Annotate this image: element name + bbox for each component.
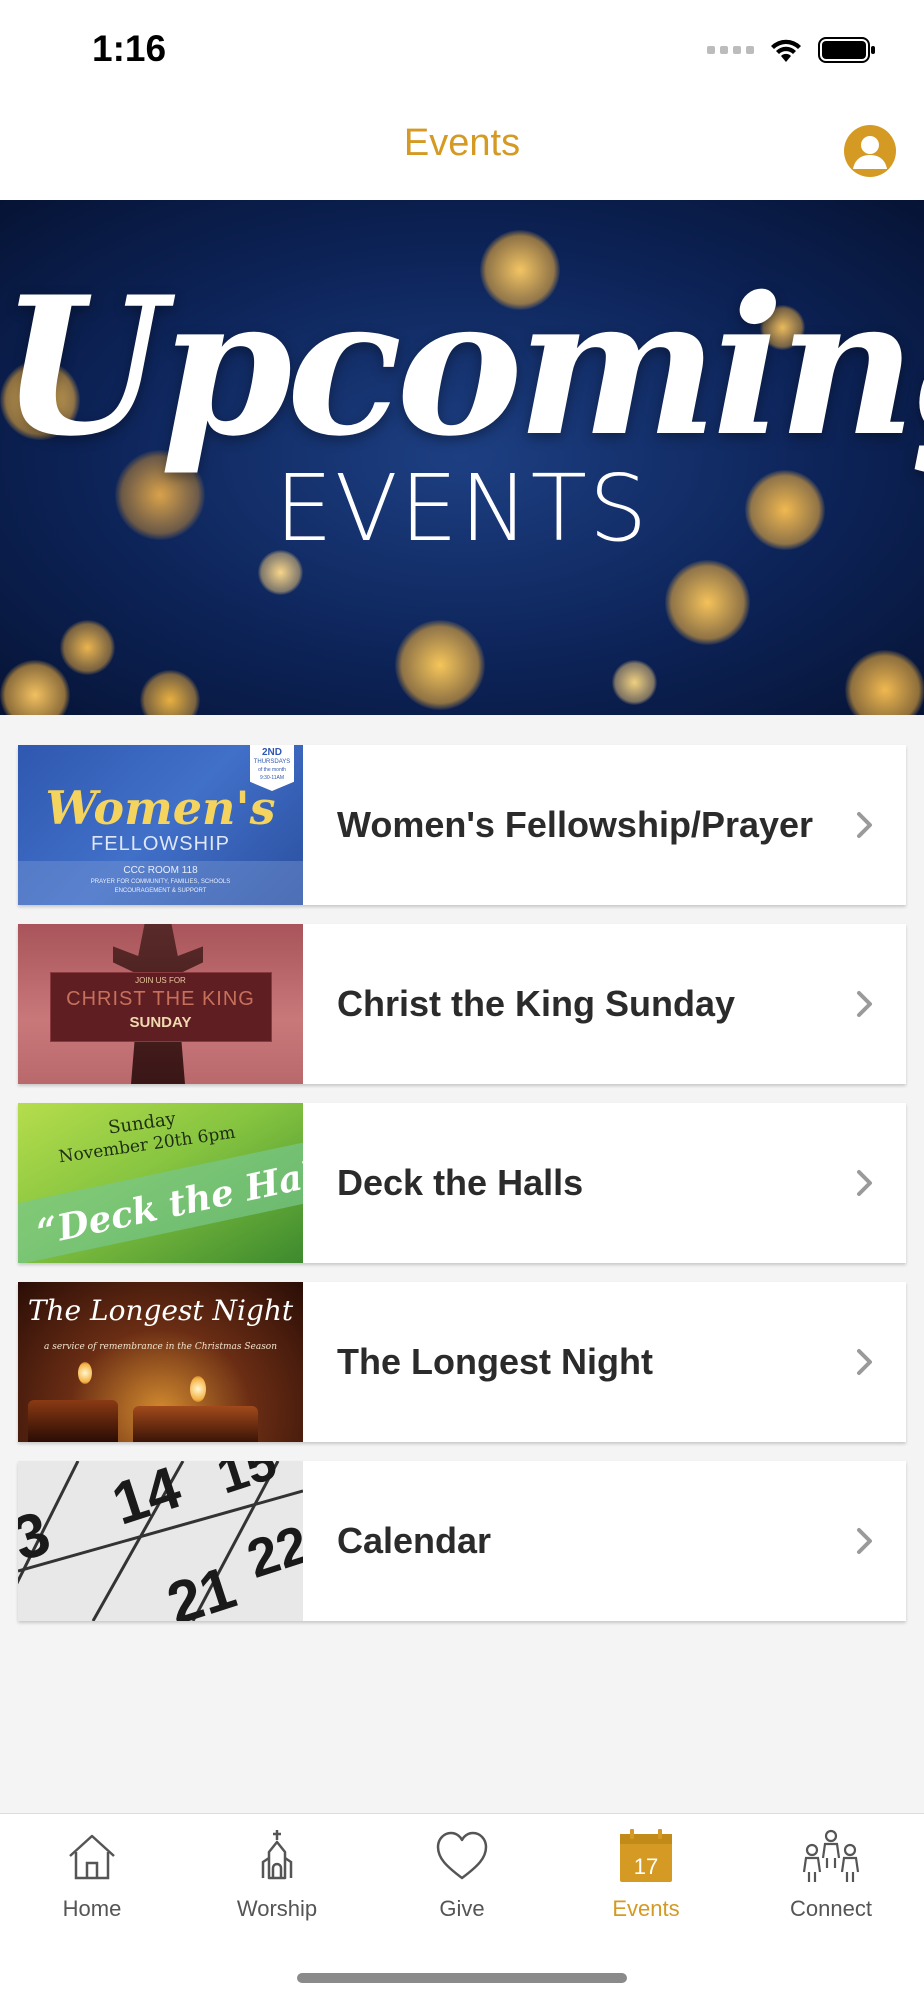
church-icon: [261, 1830, 293, 1880]
event-row-christ-the-king[interactable]: JOIN US FOR CHRIST THE KING SUNDAY Chris…: [18, 924, 906, 1084]
tab-label: Worship: [236, 1896, 318, 1921]
event-title: Calendar: [337, 1520, 492, 1561]
hero-subheadline: EVENTS: [274, 455, 650, 562]
tab-worship[interactable]: Worship: [185, 1814, 369, 1934]
event-list: 2ND THURSDAYS of the month 9:30-11AM Wom…: [18, 745, 906, 1640]
event-row-womens-fellowship[interactable]: 2ND THURSDAYS of the month 9:30-11AM Wom…: [18, 745, 906, 905]
nav-bar: Events: [0, 100, 924, 200]
heart-icon: [436, 1831, 488, 1880]
status-bar: 1:16: [0, 0, 924, 100]
event-title: Women's Fellowship/Prayer: [337, 804, 814, 845]
chevron-right-icon: [857, 1528, 872, 1554]
tab-label: Connect: [790, 1896, 872, 1921]
chevron-right-icon: [857, 1349, 872, 1375]
event-thumbnail: JOIN US FOR CHRIST THE KING SUNDAY: [18, 924, 303, 1084]
wifi-icon: [771, 39, 801, 62]
event-row-calendar[interactable]: 3 14 15 21 22 Calendar: [18, 1461, 906, 1621]
tab-label: Give: [439, 1896, 485, 1921]
event-thumbnail: 3 14 15 21 22: [18, 1461, 303, 1621]
calendar-icon: 17: [620, 1829, 672, 1882]
tab-label: Events: [612, 1896, 680, 1921]
event-row-deck-the-halls[interactable]: Sunday November 20th 6pm “Deck the Halls…: [18, 1103, 906, 1263]
tab-home[interactable]: Home: [0, 1814, 184, 1934]
event-thumbnail: The Longest Night a service of remembran…: [18, 1282, 303, 1442]
tab-bar: Home Worship Give 17 Events Connect: [0, 1813, 924, 2000]
tab-give[interactable]: Give: [370, 1814, 554, 1934]
user-circle-icon: [853, 136, 887, 169]
battery-icon: [818, 37, 875, 63]
status-icons: [707, 32, 876, 68]
house-icon: [69, 1834, 115, 1880]
svg-text:17: 17: [634, 1854, 658, 1879]
tab-events[interactable]: 17 Events: [554, 1814, 738, 1934]
chevron-right-icon: [857, 991, 872, 1017]
tab-connect[interactable]: Connect: [739, 1814, 923, 1934]
event-thumbnail: 2ND THURSDAYS of the month 9:30-11AM Wom…: [18, 745, 303, 905]
event-thumbnail: Sunday November 20th 6pm “Deck the Halls…: [18, 1103, 303, 1263]
hero-banner: Upcoming EVENTS: [0, 200, 924, 715]
hero-headline: Upcoming: [0, 255, 924, 478]
event-title: Christ the King Sunday: [337, 983, 736, 1024]
people-icon: [802, 1829, 860, 1882]
event-row-longest-night[interactable]: The Longest Night a service of remembran…: [18, 1282, 906, 1442]
home-indicator[interactable]: [297, 1973, 627, 1983]
tab-label: Home: [62, 1896, 122, 1921]
cellular-signal-icon: [707, 46, 754, 54]
event-title: The Longest Night: [337, 1341, 653, 1382]
chevron-right-icon: [857, 812, 872, 838]
profile-button[interactable]: [844, 125, 896, 177]
chevron-right-icon: [857, 1170, 872, 1196]
page-title: Events: [403, 122, 521, 164]
status-time: 1:16: [92, 28, 167, 69]
event-title: Deck the Halls: [337, 1162, 584, 1203]
